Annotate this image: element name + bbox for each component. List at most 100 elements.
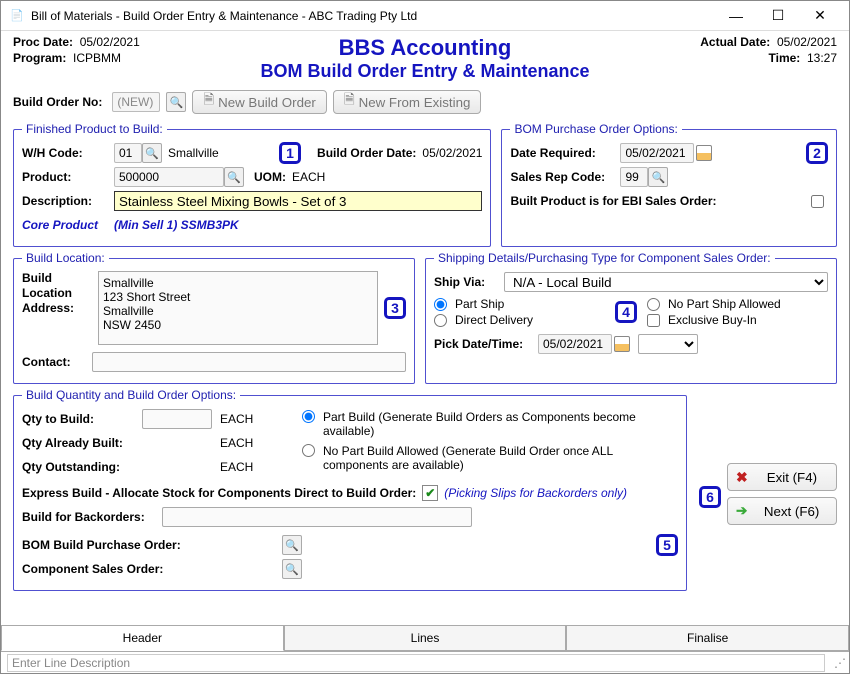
build-order-lookup-button[interactable]: 🔍 bbox=[166, 92, 186, 112]
sales-rep-lookup-button[interactable]: 🔍 bbox=[648, 167, 668, 187]
ebi-label: Built Product is for EBI Sales Order: bbox=[510, 194, 811, 208]
tab-header[interactable]: Header bbox=[1, 626, 284, 651]
component-so-label: Component Sales Order: bbox=[22, 562, 212, 576]
tabbar: Header Lines Finalise bbox=[1, 625, 849, 651]
sales-rep-label: Sales Rep Code: bbox=[510, 170, 620, 184]
express-build-label: Express Build - Allocate Stock for Compo… bbox=[22, 486, 416, 500]
component-so-lookup-button[interactable]: 🔍 bbox=[282, 559, 302, 579]
exit-button[interactable]: ✖Exit (F4) bbox=[727, 463, 837, 491]
qty-already-uom: EACH bbox=[220, 436, 253, 450]
express-note: (Picking Slips for Backorders only) bbox=[444, 486, 627, 500]
core-product-label: Core Product bbox=[22, 218, 114, 232]
wh-name: Smallville bbox=[168, 146, 219, 160]
app-icon: 📄 bbox=[9, 8, 25, 24]
close-icon: ✖ bbox=[736, 469, 748, 486]
part-build-label: Part Build (Generate Build Orders as Com… bbox=[323, 410, 678, 438]
date-required-label: Date Required: bbox=[510, 146, 620, 160]
screen-title: BOM Build Order Entry & Maintenance bbox=[213, 61, 637, 82]
ship-via-label: Ship Via: bbox=[434, 275, 504, 289]
arrow-right-icon: ➔ bbox=[736, 503, 747, 519]
no-part-ship-radio[interactable] bbox=[647, 298, 660, 311]
build-address-field[interactable]: Smallville 123 Short Street Smallville N… bbox=[98, 271, 378, 345]
proc-date-value: 05/02/2021 bbox=[80, 35, 140, 49]
build-order-date-label: Build Order Date: bbox=[317, 146, 416, 160]
pick-datetime-label: Pick Date/Time: bbox=[434, 337, 538, 351]
callout-5: 5 bbox=[656, 534, 678, 556]
wh-code-field[interactable]: 01 bbox=[114, 143, 142, 163]
description-field[interactable] bbox=[114, 191, 482, 211]
qty-outstanding-label: Qty Outstanding: bbox=[22, 460, 142, 474]
callout-4: 4 bbox=[615, 301, 637, 323]
direct-delivery-radio[interactable] bbox=[434, 314, 447, 327]
close-button[interactable]: ✕ bbox=[799, 2, 841, 30]
pick-date-field[interactable]: 05/02/2021 bbox=[538, 334, 612, 354]
ebi-checkbox[interactable] bbox=[811, 195, 824, 208]
header: Proc Date: 05/02/2021 Program: ICPBMM BB… bbox=[1, 31, 849, 86]
sales-rep-field[interactable]: 99 bbox=[620, 167, 648, 187]
part-build-radio[interactable] bbox=[302, 410, 315, 423]
direct-delivery-label: Direct Delivery bbox=[455, 313, 533, 327]
no-part-build-radio[interactable] bbox=[302, 444, 315, 457]
minimize-button[interactable]: — bbox=[715, 2, 757, 30]
express-build-checkbox[interactable]: ✔ bbox=[422, 485, 438, 501]
bom-po-lookup-button[interactable]: 🔍 bbox=[282, 535, 302, 555]
exclusive-buyin-label: Exclusive Buy-In bbox=[668, 313, 757, 327]
product-field[interactable]: 500000 bbox=[114, 167, 224, 187]
contact-label: Contact: bbox=[22, 355, 92, 369]
maximize-button[interactable]: ☐ bbox=[757, 2, 799, 30]
time-label: Time: bbox=[769, 51, 801, 65]
next-button[interactable]: ➔Next (F6) bbox=[727, 497, 837, 525]
callout-1: 1 bbox=[279, 142, 301, 164]
build-address-label: Build Location Address: bbox=[22, 271, 92, 316]
tab-finalise[interactable]: Finalise bbox=[566, 626, 849, 651]
actual-date-value: 05/02/2021 bbox=[777, 35, 837, 49]
status-input[interactable] bbox=[7, 654, 825, 672]
description-label: Description: bbox=[22, 194, 114, 208]
new-from-existing-button[interactable]: 🗎New From Existing bbox=[333, 90, 482, 114]
date-required-field[interactable]: 05/02/2021 bbox=[620, 143, 694, 163]
calendar-icon[interactable] bbox=[696, 145, 712, 161]
shipping-legend: Shipping Details/Purchasing Type for Com… bbox=[434, 251, 775, 265]
program-value: ICPBMM bbox=[73, 51, 121, 65]
build-order-date-value: 05/02/2021 bbox=[422, 146, 482, 160]
callout-2: 2 bbox=[806, 142, 828, 164]
no-part-build-label: No Part Build Allowed (Generate Build Or… bbox=[323, 444, 678, 472]
new-build-order-button[interactable]: 🗎New Build Order bbox=[192, 90, 327, 114]
pick-time-select[interactable] bbox=[638, 334, 698, 354]
finished-legend: Finished Product to Build: bbox=[22, 122, 167, 136]
build-order-no-field[interactable]: (NEW) bbox=[112, 92, 160, 112]
proc-date-label: Proc Date: bbox=[13, 35, 73, 49]
backorders-field[interactable] bbox=[162, 507, 472, 527]
calendar-icon[interactable] bbox=[614, 336, 630, 352]
tab-lines[interactable]: Lines bbox=[284, 626, 567, 651]
qty-to-build-label: Qty to Build: bbox=[22, 412, 142, 426]
qty-already-label: Qty Already Built: bbox=[22, 436, 142, 450]
page-icon: 🗎 bbox=[344, 91, 355, 113]
core-product-value: (Min Sell 1) SSMB3PK bbox=[114, 218, 239, 232]
po-options-legend: BOM Purchase Order Options: bbox=[510, 122, 681, 136]
part-ship-radio[interactable] bbox=[434, 298, 447, 311]
callout-3: 3 bbox=[384, 297, 406, 319]
product-label: Product: bbox=[22, 170, 114, 184]
build-order-no-label: Build Order No: bbox=[13, 95, 102, 109]
page-icon: 🗎 bbox=[203, 91, 214, 113]
program-label: Program: bbox=[13, 51, 66, 65]
qty-outstanding-uom: EACH bbox=[220, 460, 253, 474]
app-title: BBS Accounting bbox=[213, 35, 637, 61]
product-lookup-button[interactable]: 🔍 bbox=[224, 167, 244, 187]
ship-via-select[interactable]: N/A - Local Build bbox=[504, 272, 828, 292]
qty-to-build-field[interactable] bbox=[142, 409, 212, 429]
window-title: Bill of Materials - Build Order Entry & … bbox=[31, 9, 715, 23]
time-value: 13:27 bbox=[807, 51, 837, 65]
wh-lookup-button[interactable]: 🔍 bbox=[142, 143, 162, 163]
no-part-ship-label: No Part Ship Allowed bbox=[668, 297, 781, 311]
toolbar: Build Order No: (NEW) 🔍 🗎New Build Order… bbox=[1, 86, 849, 118]
part-ship-label: Part Ship bbox=[455, 297, 504, 311]
contact-field[interactable] bbox=[92, 352, 406, 372]
wh-code-label: W/H Code: bbox=[22, 146, 114, 160]
status-bar: ⋰ bbox=[1, 651, 849, 673]
uom-label: UOM: bbox=[254, 170, 286, 184]
exclusive-buyin-checkbox[interactable] bbox=[647, 314, 660, 327]
titlebar: 📄 Bill of Materials - Build Order Entry … bbox=[1, 1, 849, 31]
actual-date-label: Actual Date: bbox=[700, 35, 770, 49]
